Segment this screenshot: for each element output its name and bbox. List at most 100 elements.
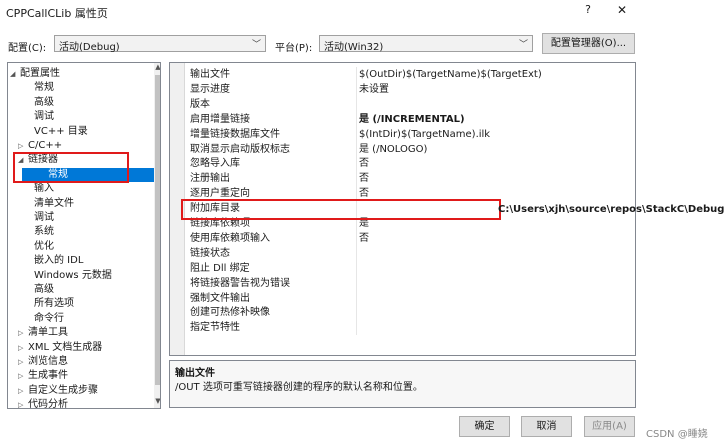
tree-item[interactable]: ▷ 生成事件 bbox=[8, 369, 68, 383]
tree-item[interactable]: 调试 bbox=[8, 110, 54, 124]
tree-item-label: Windows 元数据 bbox=[34, 269, 112, 281]
tree-item-label: 清单文件 bbox=[34, 197, 74, 209]
tree-item[interactable]: 高级 bbox=[8, 96, 54, 110]
property-name: 忽略导入库 bbox=[190, 158, 240, 170]
tree-item-label: 生成事件 bbox=[28, 370, 68, 382]
property-value[interactable]: 未设置 bbox=[359, 82, 629, 97]
collapsed-arrow-icon[interactable]: ▷ bbox=[18, 139, 28, 153]
collapsed-arrow-icon[interactable]: ▷ bbox=[18, 341, 28, 355]
column-separator bbox=[356, 141, 357, 157]
collapsed-arrow-icon[interactable]: ▷ bbox=[18, 398, 28, 408]
property-row[interactable]: 忽略导入库 否 bbox=[170, 156, 635, 172]
scroll-up-icon[interactable]: ▲ bbox=[154, 63, 160, 73]
property-row[interactable]: 注册输出 否 bbox=[170, 171, 635, 187]
tree-item[interactable]: ▷ 浏览信息 bbox=[8, 355, 68, 369]
tree-scrollbar-thumb[interactable] bbox=[155, 75, 160, 385]
property-name: 链接状态 bbox=[190, 247, 230, 259]
tree-item-label: C/C++ bbox=[28, 140, 63, 151]
tree-item[interactable]: ▷ C/C++ bbox=[8, 139, 62, 153]
config-select[interactable]: 活动(Debug) ﹀ bbox=[54, 35, 266, 53]
column-separator bbox=[356, 156, 357, 172]
property-row[interactable]: 强制文件输出 bbox=[170, 290, 635, 306]
column-separator bbox=[356, 260, 357, 276]
property-row[interactable]: 启用增量链接 是 (/INCREMENTAL) bbox=[170, 111, 635, 127]
chevron-down-icon: ﹀ bbox=[251, 40, 261, 50]
property-value[interactable]: 否 bbox=[359, 156, 629, 171]
property-value[interactable]: $(OutDir)$(TargetName)$(TargetExt) bbox=[359, 67, 629, 82]
property-row[interactable]: 指定节特性 bbox=[170, 320, 635, 336]
property-row[interactable]: 使用库依赖项输入 否 bbox=[170, 230, 635, 246]
tree-item-label: 高级 bbox=[34, 284, 54, 295]
expanded-arrow-icon[interactable]: ◢ bbox=[10, 67, 20, 81]
close-icon[interactable]: ✕ bbox=[614, 3, 630, 19]
column-separator bbox=[356, 126, 357, 142]
property-name: 将链接器警告视为错误 bbox=[190, 277, 290, 289]
apply-button[interactable]: 应用(A) bbox=[584, 416, 635, 437]
tree-item[interactable]: 输入 bbox=[8, 182, 54, 196]
property-name: 指定节特性 bbox=[190, 322, 240, 334]
property-row[interactable]: 阻止 Dll 绑定 bbox=[170, 260, 635, 276]
tree-item[interactable]: ▷ 清单工具 bbox=[8, 326, 68, 340]
property-row[interactable]: 输出文件 $(OutDir)$(TargetName)$(TargetExt) bbox=[170, 67, 635, 82]
property-row[interactable]: 取消显示启动版权标志 是 (/NOLOGO) bbox=[170, 141, 635, 157]
additional-library-directory-value[interactable]: C:\Users\xjh\source\repos\StackC\Debug bbox=[498, 204, 724, 215]
property-tree: ◢ 配置属性 常规 高级 调试 VC++ 目录 ▷ C/C++ ◢ 链接器 常规 输入 清单文件 调试 系统… bbox=[7, 62, 161, 409]
column-separator bbox=[356, 290, 357, 306]
property-row[interactable]: 显示进度 未设置 bbox=[170, 81, 635, 97]
window-title: CPPCallCLib 属性页 bbox=[6, 7, 108, 20]
tree-item-label: 高级 bbox=[34, 96, 54, 108]
scroll-down-icon[interactable]: ▼ bbox=[154, 397, 160, 407]
tree-item-label: 嵌入的 IDL bbox=[34, 255, 84, 267]
tree-item[interactable]: 常规 bbox=[8, 81, 54, 95]
property-row[interactable]: 创建可热修补映像 bbox=[170, 305, 635, 321]
collapsed-arrow-icon[interactable]: ▷ bbox=[18, 384, 28, 398]
tree-item[interactable]: ▷ 代码分析 bbox=[8, 398, 68, 409]
tree-item[interactable]: ▷ 自定义生成步骤 bbox=[8, 384, 98, 398]
property-row[interactable]: 链接状态 bbox=[170, 245, 635, 261]
platform-select[interactable]: 活动(Win32) ﹀ bbox=[319, 35, 533, 53]
tree-item[interactable]: 高级 bbox=[8, 283, 54, 297]
tree-item-label: 系统 bbox=[34, 226, 54, 238]
column-separator bbox=[356, 305, 357, 321]
property-name: 创建可热修补映像 bbox=[190, 307, 270, 319]
collapsed-arrow-icon[interactable]: ▷ bbox=[18, 369, 28, 383]
column-separator bbox=[356, 245, 357, 261]
tree-item[interactable]: 嵌入的 IDL bbox=[8, 254, 83, 268]
tree-item-label: 输入 bbox=[34, 183, 54, 195]
tree-item[interactable]: 命令行 bbox=[8, 312, 64, 326]
tree-item[interactable]: 所有选项 bbox=[8, 297, 74, 311]
property-value[interactable]: 是 (/INCREMENTAL) bbox=[359, 112, 629, 127]
property-row[interactable]: 将链接器警告视为错误 bbox=[170, 275, 635, 291]
tree-item[interactable]: Windows 元数据 bbox=[8, 269, 112, 283]
configuration-manager-button[interactable]: 配置管理器(O)... bbox=[542, 33, 635, 54]
tree-item[interactable]: 调试 bbox=[8, 211, 54, 225]
tree-item[interactable]: 系统 bbox=[8, 225, 54, 239]
platform-select-value: 活动(Win32) bbox=[324, 42, 384, 53]
property-row[interactable]: 增量链接数据库文件 $(IntDir)$(TargetName).ilk bbox=[170, 126, 635, 142]
property-value[interactable]: 否 bbox=[359, 231, 629, 246]
property-name: 取消显示启动版权标志 bbox=[190, 143, 290, 155]
tree-item-label: 调试 bbox=[34, 212, 54, 223]
collapsed-arrow-icon[interactable]: ▷ bbox=[18, 355, 28, 369]
tree-item-label: 代码分析 bbox=[28, 399, 68, 409]
title-bar: CPPCallCLib 属性页 ? ✕ bbox=[0, 0, 724, 22]
tree-item[interactable]: 清单文件 bbox=[8, 197, 74, 211]
cancel-button[interactable]: 取消 bbox=[521, 416, 572, 437]
tree-item[interactable]: VC++ 目录 bbox=[8, 125, 88, 139]
property-row[interactable]: 版本 bbox=[170, 96, 635, 112]
tree-item[interactable]: ▷ XML 文档生成器 bbox=[8, 341, 102, 355]
property-value[interactable]: 是 (/NOLOGO) bbox=[359, 142, 629, 157]
platform-label: 平台(P): bbox=[275, 43, 313, 54]
tree-item-label: VC++ 目录 bbox=[34, 125, 88, 137]
column-separator bbox=[356, 171, 357, 187]
tree-item-label: XML 文档生成器 bbox=[28, 341, 103, 353]
ok-button[interactable]: 确定 bbox=[459, 416, 510, 437]
help-icon[interactable]: ? bbox=[580, 3, 596, 19]
tree-item[interactable]: 优化 bbox=[8, 240, 54, 254]
property-name: 版本 bbox=[190, 98, 210, 110]
tree-item[interactable]: ◢ 配置属性 bbox=[8, 67, 60, 81]
property-value[interactable]: $(IntDir)$(TargetName).ilk bbox=[359, 127, 629, 142]
property-value[interactable]: 否 bbox=[359, 171, 629, 186]
tree-item-label: 所有选项 bbox=[34, 298, 74, 310]
collapsed-arrow-icon[interactable]: ▷ bbox=[18, 326, 28, 340]
